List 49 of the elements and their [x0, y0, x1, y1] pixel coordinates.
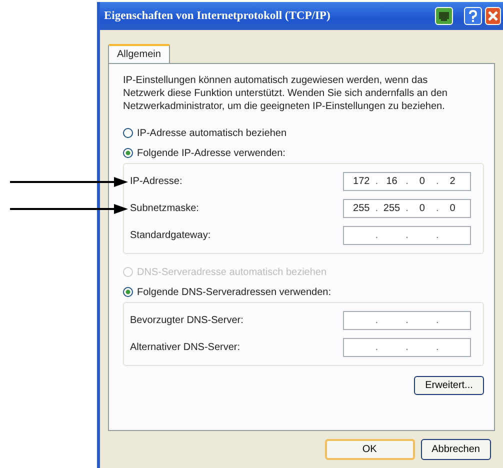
dot-separator: .: [375, 342, 378, 353]
field-label: Standardgateway:: [130, 230, 211, 241]
dot-separator: .: [375, 315, 378, 326]
dot-separator: .: [406, 203, 408, 214]
radio-label: DNS-Serveradresse automatisch beziehen: [137, 266, 327, 278]
dot-separator: .: [375, 203, 378, 214]
dot-separator: .: [406, 342, 408, 353]
dot-separator: .: [436, 176, 439, 187]
radio-label: IP-Adresse automatisch beziehen: [137, 128, 287, 138]
dot-separator: .: [406, 176, 408, 187]
dot-separator: .: [375, 176, 378, 187]
ip-address-field[interactable]: . . .: [343, 311, 471, 330]
dialog-button[interactable]: OK: [324, 439, 415, 460]
dot-separator: .: [436, 342, 439, 353]
field-label: Alternativer DNS-Server:: [130, 342, 240, 353]
radio-button[interactable]: [123, 287, 133, 297]
octet-value: 0: [418, 203, 426, 214]
dot-separator: .: [406, 230, 408, 241]
octet-value: 255: [352, 203, 370, 214]
radio-button[interactable]: [123, 128, 133, 138]
advanced-button[interactable]: Erweitert...: [414, 376, 484, 395]
octet-value: 2: [448, 176, 456, 187]
octet-value: 0: [448, 203, 456, 214]
close-icon[interactable]: [485, 7, 501, 25]
octet-value: 172: [352, 176, 370, 187]
dot-separator: .: [406, 315, 408, 326]
description-text: IP-Einstellungen können automatisch zugewiesen werden, wenn das Netzwerk diese Funktion unterstützt. Wenden Sie sich andernfalls an den Netzwerkadministrator, um die geeigneten IP-Einstellungen zu beziehen.: [123, 74, 448, 113]
dot-separator: .: [436, 230, 439, 241]
radio-label: Folgende IP-Adresse verwenden:: [137, 148, 286, 158]
octet-value: 16: [385, 176, 398, 187]
ip-address-field[interactable]: . . .: [343, 338, 471, 357]
radio-button[interactable]: [123, 148, 133, 158]
window-title: Eigenschaften von Internetprotokoll (TCP/IP): [104, 10, 330, 22]
dot-separator: .: [375, 230, 378, 241]
ip-address-field[interactable]: . . .: [343, 226, 471, 245]
radio-label: Folgende DNS-Serveradressen verwenden:: [137, 286, 331, 298]
octet-value: 255: [382, 203, 401, 214]
field-label: Bevorzugter DNS-Server:: [130, 315, 244, 326]
help-icon[interactable]: [464, 7, 482, 25]
dialog-button[interactable]: Abbrechen: [420, 439, 491, 460]
ip-address-field[interactable]: 255 . 255 . 0 . 0: [343, 199, 471, 218]
field-label: Subnetzmaske:: [130, 203, 199, 214]
dot-separator: .: [436, 203, 439, 214]
tab[interactable]: Allgemein: [108, 44, 170, 63]
ip-address-field[interactable]: 172 . 16 . 0 . 2: [343, 172, 471, 191]
network-icon[interactable]: [435, 7, 453, 25]
octet-value: 0: [418, 176, 426, 187]
field-label: IP-Adresse:: [130, 176, 182, 187]
dot-separator: .: [436, 315, 439, 326]
